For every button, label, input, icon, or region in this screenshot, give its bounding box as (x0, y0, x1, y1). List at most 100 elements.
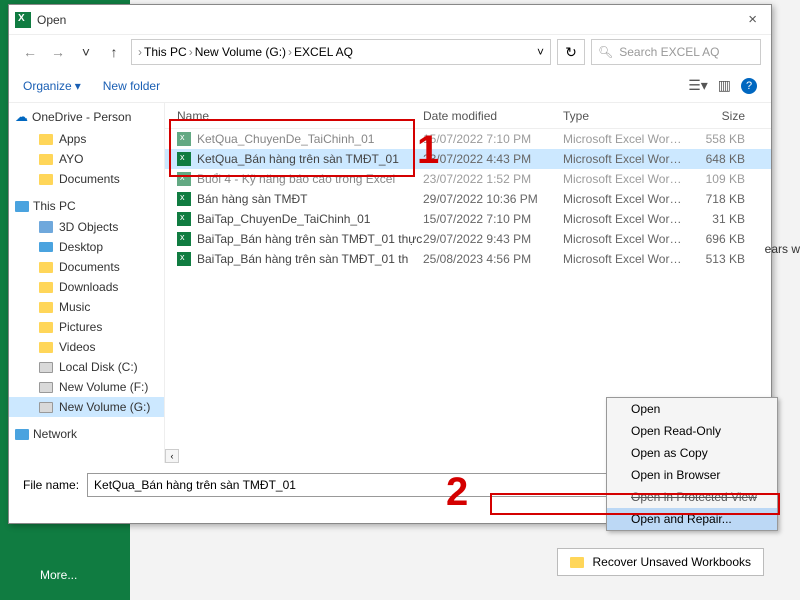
menu-open-browser[interactable]: Open in Browser (607, 464, 777, 486)
refresh-icon[interactable]: ↻ (557, 39, 585, 65)
file-row[interactable]: KetQua_Bán hàng trên sàn TMĐT_0123/07/20… (165, 149, 771, 169)
menu-open-repair[interactable]: Open and Repair... (607, 508, 777, 530)
recent-dropdown-icon[interactable]: ˅ (75, 41, 97, 63)
filename-input[interactable] (87, 473, 694, 497)
crumb-drive[interactable]: New Volume (G:) (195, 45, 286, 59)
recover-unsaved-button[interactable]: Recover Unsaved Workbooks (557, 548, 764, 576)
sidebar-item[interactable]: Pictures (9, 317, 164, 337)
menu-open[interactable]: Open (607, 398, 777, 420)
file-date: 29/07/2022 10:36 PM (423, 192, 563, 206)
file-row[interactable]: KetQua_ChuyenDe_TaiChinh_01 15/07/2022 7:… (165, 129, 771, 149)
sidebar-item[interactable]: Local Disk (C:) (9, 357, 164, 377)
file-size: 648 KB (683, 152, 753, 166)
file-date: 29/07/2022 9:43 PM (423, 232, 563, 246)
excel-file-icon (177, 172, 191, 186)
file-row[interactable]: Bán hàng sàn TMĐT 29/07/2022 10:36 PMMicr… (165, 189, 771, 209)
file-size: 513 KB (683, 252, 753, 266)
file-type: Microsoft Excel Work... (563, 252, 683, 266)
sidebar-thispc[interactable]: This PC (9, 195, 164, 217)
file-date: 15/07/2022 7:10 PM (423, 132, 563, 146)
sidebar-item[interactable]: AYO (9, 149, 164, 169)
crumb-thispc[interactable]: This PC (144, 45, 187, 59)
breadcrumb[interactable]: › This PC › New Volume (G:) › EXCEL AQ ˅ (131, 39, 551, 65)
drive-icon (39, 362, 53, 373)
sidebar-item[interactable]: Apps (9, 129, 164, 149)
header-date[interactable]: Date modified (423, 109, 563, 123)
organize-button[interactable]: Organize ▾ (23, 79, 81, 93)
file-type: Microsoft Excel Work... (563, 212, 683, 226)
filename-label: File name: (23, 478, 79, 492)
pc-icon (15, 201, 29, 212)
file-row[interactable]: Buổi 4 - Kỹ năng báo cáo trong Excel23/0… (165, 169, 771, 189)
desktop-icon (39, 242, 53, 252)
scroll-left-icon[interactable]: ‹ (165, 449, 179, 463)
sidebar-item-current-drive[interactable]: New Volume (G:) (9, 397, 164, 417)
menu-open-readonly[interactable]: Open Read-Only (607, 420, 777, 442)
sidebar-item[interactable]: 3D Objects (9, 217, 164, 237)
file-row[interactable]: BaiTap_Bán hàng trên sàn TMĐT_01 thực hà… (165, 229, 771, 249)
header-type[interactable]: Type (563, 109, 683, 123)
file-size: 109 KB (683, 172, 753, 186)
file-type: Microsoft Excel Work... (563, 172, 683, 186)
view-layout-icon[interactable]: ☰▾ (688, 77, 708, 94)
sidebar-item[interactable]: Documents (9, 169, 164, 189)
header-name[interactable]: Name (165, 109, 423, 123)
forward-icon: → (47, 41, 69, 63)
new-folder-button[interactable]: New folder (103, 79, 160, 93)
close-icon[interactable]: × (740, 11, 765, 28)
file-type: Microsoft Excel Work... (563, 192, 683, 206)
drive-icon (39, 382, 53, 393)
file-size: 31 KB (683, 212, 753, 226)
file-date: 23/07/2022 1:52 PM (423, 172, 563, 186)
annotation-marker-2: 2 (446, 470, 468, 515)
cloud-icon: ☁ (15, 109, 28, 125)
partial-background-text: ears w (765, 242, 800, 256)
excel-file-icon (177, 252, 191, 266)
menu-open-copy[interactable]: Open as Copy (607, 442, 777, 464)
sidebar-item[interactable]: Videos (9, 337, 164, 357)
excel-app-icon (15, 12, 31, 28)
search-input[interactable]: 🔍︎ Search EXCEL AQ (591, 39, 761, 65)
header-size[interactable]: Size (683, 109, 753, 123)
annotation-marker-1: 1 (417, 128, 439, 173)
file-column-headers[interactable]: Name Date modified Type Size (165, 103, 771, 129)
folder-icon (39, 134, 53, 145)
back-icon[interactable]: ← (19, 41, 41, 63)
search-icon: 🔍︎ (598, 45, 613, 59)
drive-icon (39, 402, 53, 413)
file-row[interactable]: BaiTap_ChuyenDe_TaiChinh_0115/07/2022 7:… (165, 209, 771, 229)
nav-sidebar[interactable]: ☁OneDrive - Person Apps AYO Documents Th… (9, 103, 165, 463)
breadcrumb-dropdown-icon[interactable]: ˅ (537, 45, 544, 59)
file-size: 558 KB (683, 132, 753, 146)
sidebar-item[interactable]: Desktop (9, 237, 164, 257)
network-icon (15, 429, 29, 440)
up-icon[interactable]: ↑ (103, 41, 125, 63)
file-date: 25/08/2023 4:56 PM (423, 252, 563, 266)
sidebar-item[interactable]: Downloads (9, 277, 164, 297)
excel-file-icon (177, 192, 191, 206)
excel-more-link[interactable]: More... (0, 550, 130, 600)
sidebar-network[interactable]: Network (9, 423, 164, 445)
folder-icon (39, 262, 53, 273)
sidebar-onedrive[interactable]: ☁OneDrive - Person (9, 105, 164, 129)
sidebar-item[interactable]: Documents (9, 257, 164, 277)
excel-file-icon (177, 152, 191, 166)
help-icon[interactable]: ? (741, 78, 757, 94)
file-size: 718 KB (683, 192, 753, 206)
file-type: Microsoft Excel Work... (563, 152, 683, 166)
file-size: 696 KB (683, 232, 753, 246)
crumb-folder[interactable]: EXCEL AQ (294, 45, 353, 59)
excel-file-icon (177, 212, 191, 226)
file-name: KetQua_ChuyenDe_TaiChinh_01 (197, 132, 374, 146)
preview-pane-icon[interactable]: ▥ (718, 77, 731, 94)
file-name: KetQua_Bán hàng trên sàn TMĐT_01 (197, 152, 399, 166)
file-name: BaiTap_ChuyenDe_TaiChinh_01 (197, 212, 370, 226)
file-row[interactable]: BaiTap_Bán hàng trên sàn TMĐT_01 th25/08… (165, 249, 771, 269)
folder-icon (39, 282, 53, 293)
file-name: Bán hàng sàn TMĐT (197, 192, 308, 206)
folder-icon (39, 302, 53, 313)
excel-file-icon (177, 232, 191, 246)
sidebar-item[interactable]: New Volume (F:) (9, 377, 164, 397)
sidebar-item[interactable]: Music (9, 297, 164, 317)
menu-open-protected[interactable]: Open in Protected View (607, 486, 777, 508)
